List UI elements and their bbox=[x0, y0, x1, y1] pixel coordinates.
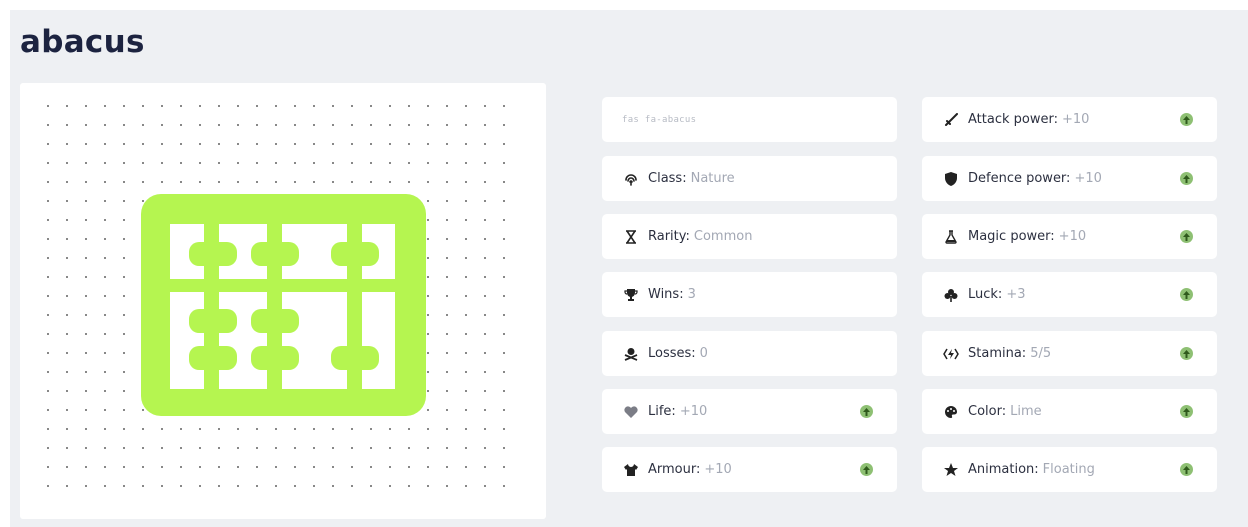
stat-stamina: Stamina: 5/5 bbox=[922, 331, 1217, 376]
upgrade-magic-button[interactable] bbox=[1180, 230, 1193, 243]
stat-losses: Losses: 0 bbox=[602, 331, 897, 376]
clover-icon bbox=[942, 286, 960, 304]
shield-icon bbox=[942, 170, 960, 188]
stat-label: Attack power: bbox=[968, 112, 1058, 127]
stat-color: Color: Lime bbox=[922, 389, 1217, 434]
stat-label: Losses: bbox=[648, 346, 696, 361]
icon-preview bbox=[20, 83, 546, 519]
stat-value: +10 bbox=[1061, 112, 1090, 127]
stat-animation: Animation: Floating bbox=[922, 447, 1217, 492]
stat-label: Defence power: bbox=[968, 171, 1071, 186]
stat-label: Life: bbox=[648, 404, 676, 419]
stat-value: Nature bbox=[690, 171, 735, 186]
flask-icon bbox=[942, 228, 960, 246]
item-detail-panel: abacus fas fa-abacus Class: Nature Rarit… bbox=[10, 10, 1248, 527]
upgrade-life-button[interactable] bbox=[860, 405, 873, 418]
skull-crossbones-icon bbox=[622, 345, 640, 363]
stat-value: +10 bbox=[704, 462, 732, 477]
stat-life: Life: +10 bbox=[602, 389, 897, 434]
upgrade-stamina-button[interactable] bbox=[1180, 347, 1193, 360]
stat-value: +10 bbox=[1074, 171, 1102, 186]
upgrade-armour-button[interactable] bbox=[860, 463, 873, 476]
stamina-icon bbox=[942, 345, 960, 363]
stat-value: 5/5 bbox=[1030, 346, 1052, 361]
stat-rarity: Rarity: Common bbox=[602, 214, 897, 259]
stat-luck: Luck: +3 bbox=[922, 272, 1217, 317]
stat-class: Class: Nature bbox=[602, 156, 897, 201]
stat-label: Armour: bbox=[648, 462, 701, 477]
stat-label: Class: bbox=[648, 171, 687, 186]
stat-defence-power: Defence power: +10 bbox=[922, 156, 1217, 201]
abacus-icon bbox=[141, 194, 426, 416]
stat-value: Floating bbox=[1042, 462, 1095, 477]
hourglass-icon bbox=[622, 228, 640, 246]
upgrade-attack-button[interactable] bbox=[1180, 113, 1193, 126]
stat-label: Magic power: bbox=[968, 229, 1055, 244]
upgrade-luck-button[interactable] bbox=[1180, 288, 1193, 301]
stat-wins: Wins: 3 bbox=[602, 272, 897, 317]
sword-icon bbox=[942, 111, 960, 129]
stat-value: +10 bbox=[1058, 229, 1087, 244]
star-icon bbox=[942, 461, 960, 479]
upgrade-color-button[interactable] bbox=[1180, 405, 1193, 418]
fingerprint-icon bbox=[622, 170, 640, 188]
stat-value: Lime bbox=[1010, 404, 1042, 419]
upgrade-animation-button[interactable] bbox=[1180, 463, 1193, 476]
stat-label: Animation: bbox=[968, 462, 1039, 477]
stat-value: +10 bbox=[679, 404, 708, 419]
stat-value: 0 bbox=[699, 346, 708, 361]
icon-class-code: fas fa-abacus bbox=[622, 114, 697, 125]
stat-label: Luck: bbox=[968, 287, 1003, 302]
stat-attack-power: Attack power: +10 bbox=[922, 97, 1217, 142]
trophy-icon bbox=[622, 286, 640, 304]
page-title: abacus bbox=[20, 24, 145, 60]
stat-label: Wins: bbox=[648, 287, 684, 302]
abacus-preview-svg bbox=[47, 105, 505, 487]
stat-value: Common bbox=[693, 229, 753, 244]
stat-armour: Armour: +10 bbox=[602, 447, 897, 492]
stat-magic-power: Magic power: +10 bbox=[922, 214, 1217, 259]
tshirt-icon bbox=[622, 461, 640, 479]
stat-value: 3 bbox=[687, 287, 696, 302]
stat-label: Color: bbox=[968, 404, 1007, 419]
stat-value: +3 bbox=[1006, 287, 1026, 302]
upgrade-defence-button[interactable] bbox=[1180, 172, 1193, 185]
stat-label: Stamina: bbox=[968, 346, 1027, 361]
palette-icon bbox=[942, 403, 960, 421]
stat-label: Rarity: bbox=[648, 229, 690, 244]
icon-class-field[interactable]: fas fa-abacus bbox=[602, 97, 897, 142]
heart-icon bbox=[622, 403, 640, 421]
